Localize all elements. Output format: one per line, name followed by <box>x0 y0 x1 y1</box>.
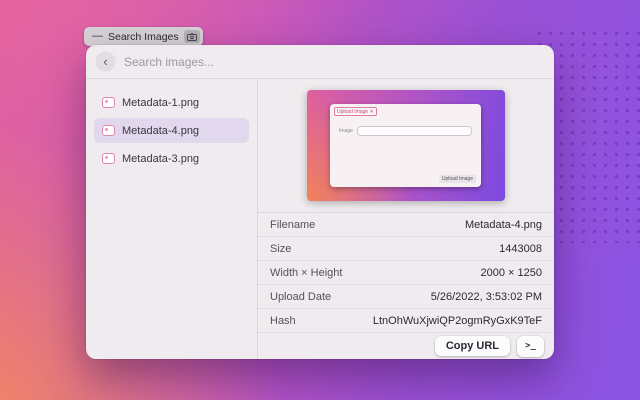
preview-area: Upload Image ✕ Image Upload Image <box>258 79 554 212</box>
action-footer: Copy URL >_ <box>258 333 554 359</box>
search-input[interactable]: Search images... <box>124 55 214 69</box>
copy-url-button[interactable]: Copy URL <box>435 336 510 356</box>
list-item[interactable]: Metadata-1.png <box>94 90 249 115</box>
mini-titlebar: Upload Image ✕ <box>330 104 481 119</box>
image-file-icon <box>102 153 115 164</box>
list-item[interactable]: Metadata-4.png <box>94 118 249 143</box>
back-button[interactable]: ‹ <box>96 52 115 71</box>
table-row: Upload Date 5/26/2022, 3:53:02 PM <box>258 285 554 309</box>
search-bar[interactable]: ‹ Search images... <box>86 45 554 79</box>
mini-field-label: Image <box>339 128 353 134</box>
meta-value: LtnOhWuXjwiQP2ogmRyGxK9TeF <box>373 315 542 327</box>
meta-value: Metadata-4.png <box>465 219 542 231</box>
table-row: Width × Height 2000 × 1250 <box>258 261 554 285</box>
search-images-launcher[interactable]: — Search Images <box>84 27 203 46</box>
launcher-label: Search Images <box>108 31 179 43</box>
mini-input-field <box>357 126 472 136</box>
mini-upload-button: Upload Image <box>439 175 476 183</box>
meta-label: Hash <box>270 315 296 327</box>
meta-label: Upload Date <box>270 291 331 303</box>
terminal-icon[interactable]: >_ <box>517 336 544 357</box>
mini-form-row: Image <box>339 126 472 136</box>
file-label: Metadata-3.png <box>122 153 199 165</box>
meta-label: Filename <box>270 219 315 231</box>
window-content: Metadata-1.png Metadata-4.png Metadata-3… <box>86 79 554 359</box>
file-label: Metadata-1.png <box>122 97 199 109</box>
mini-title-tag: Upload Image ✕ <box>334 107 377 116</box>
image-preview: Upload Image ✕ Image Upload Image <box>307 90 505 201</box>
table-row: Hash LtnOhWuXjwiQP2ogmRyGxK9TeF <box>258 309 554 333</box>
table-row: Size 1443008 <box>258 237 554 261</box>
dash-icon: — <box>92 31 103 42</box>
list-item[interactable]: Metadata-3.png <box>94 146 249 171</box>
metadata-table: Filename Metadata-4.png Size 1443008 Wid… <box>258 212 554 333</box>
file-label: Metadata-4.png <box>122 125 199 137</box>
table-row: Filename Metadata-4.png <box>258 213 554 237</box>
image-file-icon <box>102 97 115 108</box>
meta-value: 1443008 <box>499 243 542 255</box>
meta-label: Size <box>270 243 291 255</box>
detail-panel: Upload Image ✕ Image Upload Image Filena… <box>258 79 554 359</box>
file-list: Metadata-1.png Metadata-4.png Metadata-3… <box>86 79 258 359</box>
meta-value: 5/26/2022, 3:53:02 PM <box>431 291 542 303</box>
meta-label: Width × Height <box>270 267 342 279</box>
camera-icon <box>184 30 200 43</box>
search-images-window: ‹ Search images... Metadata-1.png Metada… <box>86 45 554 359</box>
image-file-icon <box>102 125 115 136</box>
meta-value: 2000 × 1250 <box>481 267 542 279</box>
preview-mini-window: Upload Image ✕ Image Upload Image <box>330 104 481 187</box>
